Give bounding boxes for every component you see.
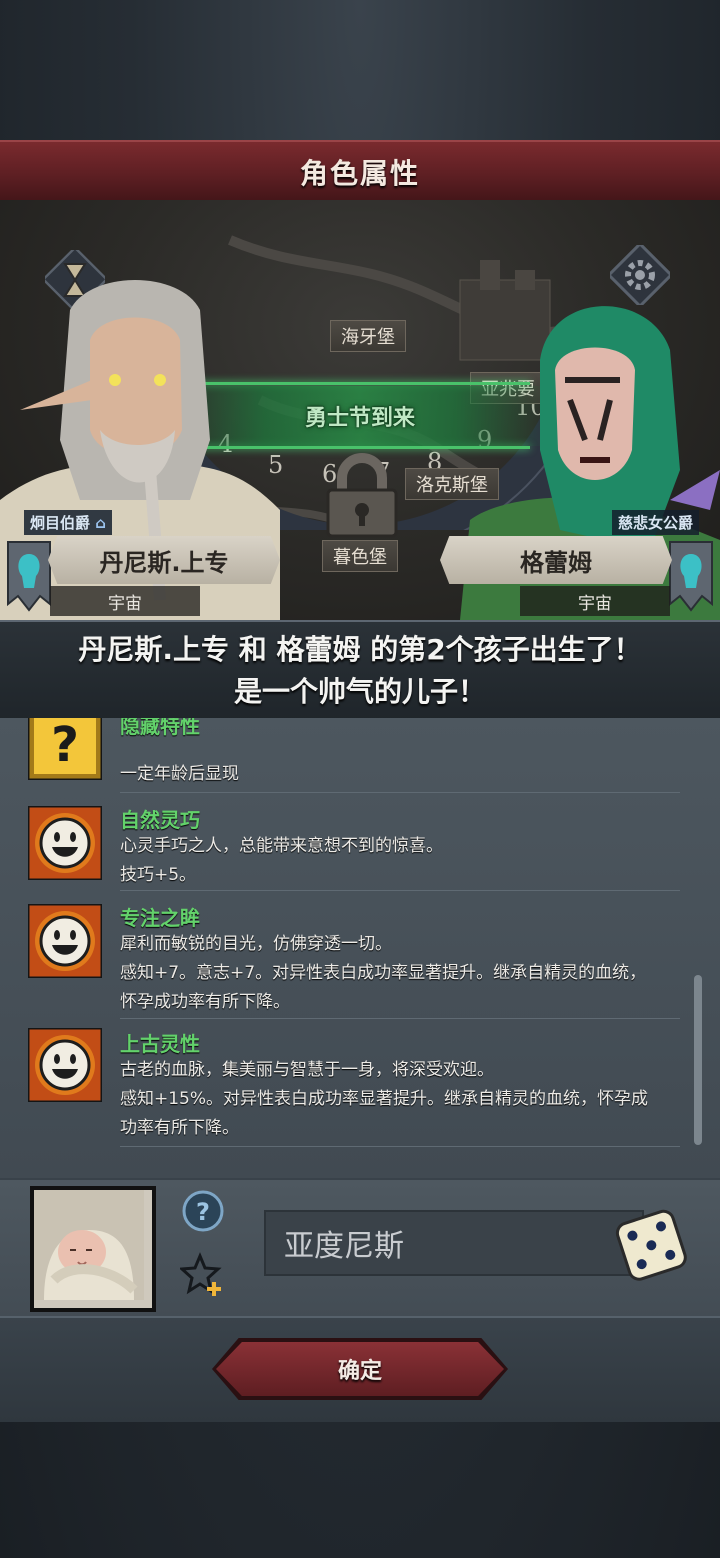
question-mark-icon: ? — [28, 718, 102, 780]
trait-desc-line: 犀利而敏锐的目光，仿佛穿透一切。 — [120, 934, 392, 954]
divider — [120, 890, 680, 891]
trait-desc-line: 心灵手巧之人，总能带来意想不到的惊喜。 — [120, 836, 443, 856]
map-label-haiya: 海牙堡 — [330, 320, 406, 352]
trait-desc-line: 一定年龄后显现 — [120, 764, 239, 784]
confirm-button[interactable]: 确定 — [216, 1342, 504, 1396]
father-title: 炯目伯爵 ⌂ — [24, 510, 112, 535]
father-title-text: 炯目伯爵 — [30, 514, 91, 532]
trait-desc: 古老的血脉，集美丽与智慧于一身，将深受欢迎。 感知+15%。对异性表白成功率显著… — [120, 1056, 690, 1143]
event-text: 勇士节到来 — [304, 406, 415, 431]
trait-desc-line: 感知+7。意志+7。对异性表白成功率显著提升。继承自精灵的血统， — [120, 963, 647, 983]
trait-desc: 犀利而敏锐的目光，仿佛穿透一切。 感知+7。意志+7。对异性表白成功率显著提升。… — [120, 930, 690, 1017]
announcement-line-1: 丹尼斯.上专 和 格蕾姆 的第2个孩子出生了！ — [78, 633, 642, 666]
baby-portrait — [34, 1190, 144, 1300]
birth-announcement: 丹尼斯.上专 和 格蕾姆 的第2个孩子出生了！ 是一个帅气的儿子！ — [0, 620, 720, 722]
father-name-plate: 丹尼斯.上专 — [48, 536, 280, 584]
mother-title: 慈悲女公爵 — [612, 510, 700, 535]
father-house-banner-icon[interactable] — [6, 540, 52, 612]
child-name-input[interactable] — [264, 1210, 644, 1276]
smiley-face-icon — [28, 1028, 102, 1102]
child-avatar[interactable] — [30, 1186, 156, 1312]
smiley-face-icon — [28, 806, 102, 880]
trait-desc: 心灵手巧之人，总能带来意想不到的惊喜。 技巧+5。 — [120, 832, 690, 890]
star-plus-icon[interactable] — [180, 1252, 226, 1298]
trait-desc-line: 功率有所下降。 — [120, 1118, 239, 1138]
divider — [120, 1018, 680, 1019]
father-faction: 宇宙 — [50, 586, 200, 616]
traits-scrollbar[interactable] — [694, 975, 702, 1145]
trait-name: 隐藏特性 — [120, 718, 200, 738]
divider — [120, 792, 680, 793]
traits-list[interactable]: ? 隐藏特性 一定年龄后显现 自然灵巧 心灵手巧之人，总能带来意想不到的惊喜。 … — [0, 718, 720, 1178]
divider — [120, 1146, 680, 1147]
trait-desc-line: 古老的血脉，集美丽与智慧于一身，将深受欢迎。 — [120, 1060, 494, 1080]
lock-icon — [326, 453, 398, 538]
mother-house-banner-icon[interactable] — [668, 540, 714, 612]
trait-name: 上古灵性 — [120, 1032, 200, 1056]
trait-name: 专注之眸 — [120, 906, 200, 930]
mother-name-plate: 格蕾姆 — [440, 536, 672, 584]
crown-icon: ⌂ — [95, 514, 106, 532]
announcement-line-2: 是一个帅气的儿子！ — [233, 675, 486, 708]
trait-desc: 一定年龄后显现 — [120, 760, 690, 789]
question-circle-icon[interactable]: ? — [182, 1190, 224, 1232]
svg-text:?: ? — [196, 1198, 210, 1226]
trait-desc-line: 技巧+5。 — [120, 865, 197, 885]
svg-text:?: ? — [51, 718, 79, 773]
trait-desc-line: 怀孕成功率有所下降。 — [120, 992, 290, 1012]
smiley-face-icon — [28, 904, 102, 978]
trait-name: 自然灵巧 — [120, 808, 200, 832]
title-bar: 角色属性 — [0, 140, 720, 204]
page-title: 角色属性 — [299, 157, 420, 190]
mother-faction: 宇宙 — [520, 586, 670, 616]
dice-icon[interactable] — [612, 1204, 692, 1284]
trait-desc-line: 感知+15%。对异性表白成功率显著提升。继承自精灵的血统，怀孕成 — [120, 1089, 649, 1109]
scene-panel: 2 3 4 5 6 7 8 9 10 11 海牙堡 亚兆要 洛克斯堡 暮色堡 勇… — [0, 200, 720, 620]
map-label-mose: 暮色堡 — [322, 540, 398, 572]
